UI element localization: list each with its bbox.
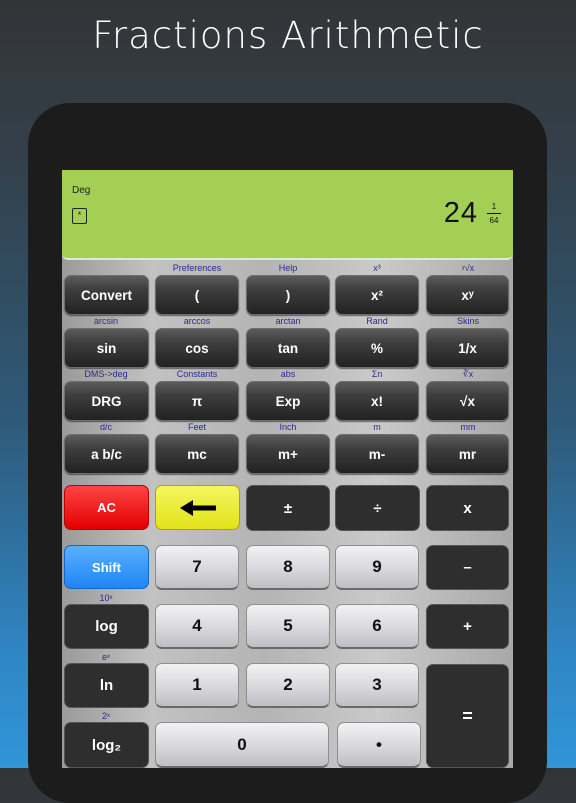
secondary-label-x: x³ <box>373 263 381 273</box>
display-fraction: 1 64 <box>487 202 501 225</box>
key-key-button[interactable]: % <box>335 328 419 368</box>
backspace-button[interactable] <box>155 485 240 530</box>
key-tan-button[interactable]: tan <box>246 328 330 368</box>
digit-3-button[interactable]: 3 <box>335 663 419 708</box>
secondary-label-help: Help <box>278 263 298 273</box>
log2-secondary-label: 2ˣ <box>102 711 110 721</box>
headline: Fractions Arithmetic <box>92 14 484 57</box>
key-mr-button[interactable]: mr <box>426 434 509 474</box>
lcd-display: Deg * 24 1 64 <box>62 170 513 260</box>
secondary-label-inch: Inch <box>279 422 297 432</box>
subtract-button[interactable]: – <box>426 545 509 590</box>
key-convert-button[interactable]: Convert <box>64 275 149 315</box>
secondary-label-x: ʸ√x <box>461 263 475 273</box>
key-sin-button[interactable]: sin <box>64 328 149 368</box>
angle-mode-indicator: Deg <box>72 185 91 196</box>
digit-7-button[interactable]: 7 <box>155 545 239 590</box>
multiply-button[interactable]: x <box>426 485 509 531</box>
arrow-left-icon <box>179 499 216 516</box>
key-key-button[interactable]: ( <box>155 275 239 315</box>
secondary-label-constants: Constants <box>176 369 218 379</box>
all-clear-button[interactable]: AC <box>64 485 149 530</box>
secondary-label-mm: mm <box>460 422 476 432</box>
key-key-button[interactable]: π <box>155 381 239 421</box>
key-a-b-c-button[interactable]: a b/c <box>64 434 149 474</box>
secondary-label-skins: Skins <box>456 316 479 326</box>
ln-secondary-label: eˣ <box>102 652 110 662</box>
log-button[interactable]: log <box>64 604 149 649</box>
key-m-button[interactable]: m+ <box>246 434 330 474</box>
shift-button[interactable]: Shift <box>64 545 149 589</box>
secondary-label-rand: Rand <box>366 316 388 326</box>
secondary-label-x: ∛x <box>462 369 474 379</box>
key-x-button[interactable]: xʸ <box>426 275 509 315</box>
key-exp-button[interactable]: Exp <box>246 381 330 421</box>
memory-indicator: * <box>72 208 87 224</box>
fraction-bar <box>487 212 501 215</box>
key-mc-button[interactable]: mc <box>155 434 239 474</box>
digit-2-button[interactable]: 2 <box>246 663 330 708</box>
secondary-label-d-c: d/c <box>99 422 112 432</box>
digit-9-button[interactable]: 9 <box>335 545 419 590</box>
display-numerator: 1 <box>491 201 497 211</box>
secondary-label-feet: Feet <box>187 422 206 432</box>
add-button[interactable]: + <box>426 604 509 649</box>
key-drg-button[interactable]: DRG <box>64 381 149 421</box>
secondary-label-arccos: arccos <box>183 316 211 326</box>
secondary-label-n: Σn <box>371 369 383 379</box>
key-x-button[interactable]: x! <box>335 381 419 421</box>
secondary-label-arctan: arctan <box>275 316 301 326</box>
decimal-point-button[interactable]: • <box>337 722 421 768</box>
secondary-label-abs: abs <box>280 369 296 379</box>
secondary-label-arcsin: arcsin <box>93 316 118 326</box>
divide-button[interactable]: ÷ <box>335 485 420 531</box>
display-value: 24 1 64 <box>444 197 501 230</box>
key-1-x-button[interactable]: 1/x <box>426 328 509 368</box>
digit-1-button[interactable]: 1 <box>155 663 239 708</box>
digit-5-button[interactable]: 5 <box>246 604 330 649</box>
calculator-screen: Deg * 24 1 64 Convert Preferences(Help) x³… <box>62 170 513 768</box>
plus-minus-button[interactable]: ± <box>246 485 330 531</box>
key-x-button[interactable]: x² <box>335 275 419 315</box>
log-secondary-label: 10ˣ <box>99 593 113 603</box>
display-whole: 24 <box>443 197 478 229</box>
secondary-label-m: m <box>373 422 381 432</box>
key-x-button[interactable]: √x <box>426 381 509 421</box>
digit-0-button[interactable]: 0 <box>155 722 329 768</box>
digit-8-button[interactable]: 8 <box>246 545 330 590</box>
secondary-label-preferences: Preferences <box>172 263 222 273</box>
secondary-label-dms-deg: DMS->deg <box>84 369 128 379</box>
key-key-button[interactable]: ) <box>246 275 330 315</box>
ln-button[interactable]: ln <box>64 663 149 708</box>
key-cos-button[interactable]: cos <box>155 328 239 368</box>
display-denominator: 64 <box>489 216 499 226</box>
log2-button[interactable]: log₂ <box>64 722 149 768</box>
key-m-button[interactable]: m- <box>335 434 419 474</box>
equals-button[interactable]: = <box>426 664 509 768</box>
digit-6-button[interactable]: 6 <box>335 604 419 649</box>
digit-4-button[interactable]: 4 <box>155 604 239 649</box>
